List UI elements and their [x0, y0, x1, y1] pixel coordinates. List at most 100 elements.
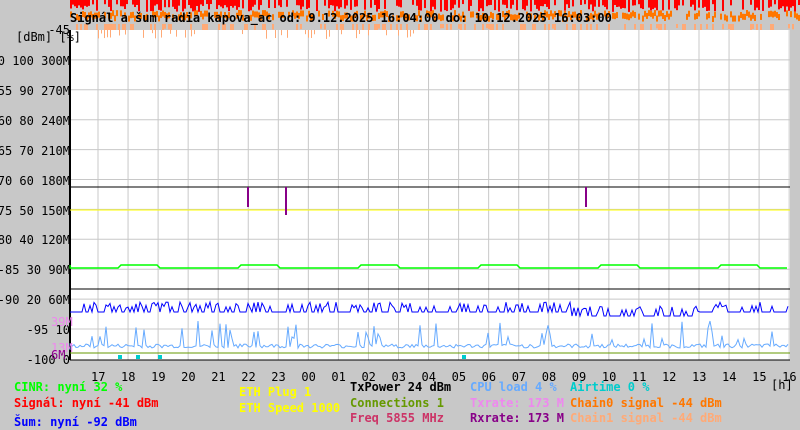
legend-txrate: Txrate: 173 M [470, 396, 564, 410]
signal-history-mark [116, 0, 118, 5]
signal-history-mark [108, 0, 110, 7]
signal-history-mark [216, 0, 218, 10]
signal-history-mark [512, 0, 514, 5]
signal-history-mark [86, 0, 88, 7]
signal-history-mark [786, 0, 788, 7]
signal-history-mark [698, 0, 700, 8]
y-tick-label: -80 40 120M [0, 233, 70, 248]
signal-history-mark [334, 0, 336, 12]
chain0-history-mark [772, 11, 774, 18]
signal-history-mark [340, 0, 342, 8]
signal-history-mark [568, 0, 570, 8]
signal-history-mark [260, 0, 262, 6]
chain0-history-mark [726, 15, 728, 22]
signal-history-mark [84, 0, 86, 6]
chain0-history-mark [654, 10, 656, 17]
chain1-history-mark [722, 24, 724, 30]
signal-history-mark [338, 0, 340, 9]
signal-history-mark [756, 0, 758, 8]
signal-history-mark [134, 0, 136, 8]
chain1-spike [107, 30, 108, 38]
chain0-history-mark [616, 12, 618, 19]
legend-chain0: Chain0 signal -44 dBm [570, 396, 722, 410]
chain1-spike [359, 30, 360, 35]
signal-history-mark [274, 0, 276, 9]
signal-history-mark [418, 0, 420, 11]
y-tick-label: -60 80 240M [0, 113, 70, 128]
chain0-history-mark [698, 10, 700, 17]
chain0-history-mark [694, 13, 696, 20]
signal-history-mark [208, 0, 210, 10]
legend-txpower: TxPower 24 dBm [350, 380, 452, 394]
chain1-history-mark [624, 24, 626, 30]
signal-history-mark [176, 0, 178, 12]
signal-history-mark [146, 0, 148, 12]
rxrate-drop [585, 187, 587, 207]
chain0-history-mark [730, 11, 732, 18]
signal-history-mark [470, 0, 472, 6]
chain1-spike [281, 30, 282, 36]
signal-history-mark [538, 0, 540, 11]
signal-history-mark [132, 0, 134, 5]
x-tick-label: 23 [271, 370, 286, 384]
signal-history-mark [530, 0, 532, 12]
chain0-history-mark [770, 10, 772, 17]
chain1-history-mark [728, 24, 730, 30]
signal-history-mark [604, 0, 606, 7]
signal-history-mark [222, 0, 224, 9]
chain1-spike [386, 30, 387, 36]
signal-history-mark [156, 0, 158, 5]
legend-rxrate: Rxrate: 173 M [470, 411, 564, 425]
chain1-spike [368, 30, 369, 36]
chain0-history-mark [660, 10, 662, 17]
signal-history-mark [650, 0, 652, 11]
signal-history-mark [158, 0, 160, 10]
signal-history-mark [376, 0, 378, 12]
signal-history-mark [278, 0, 280, 6]
y-tick-label: -70 60 180M [0, 173, 70, 188]
signal-history-mark [234, 0, 236, 6]
chain1-spike [242, 30, 243, 35]
signal-history-mark [440, 0, 442, 12]
signal-history-mark [378, 0, 380, 9]
signal-history-mark [308, 0, 310, 8]
signal-history-mark [774, 0, 776, 5]
chain0-history-mark [750, 14, 752, 21]
signal-history-mark [188, 0, 190, 5]
signal-history-mark [506, 0, 508, 9]
signal-history-mark [120, 0, 122, 7]
signal-history-mark [794, 0, 796, 12]
legend-signal: Signál: nyní -41 dBm [14, 396, 159, 410]
chain0-history-mark [630, 12, 632, 19]
signal-history-mark [424, 0, 426, 9]
legend-airtime: Airtime 0 % [570, 380, 650, 394]
signal-history-mark [316, 0, 318, 11]
chain1-history-mark [752, 24, 754, 29]
signal-history-mark [76, 0, 78, 8]
chain0-history-mark [624, 12, 626, 19]
signal-history-mark [706, 0, 708, 11]
chain0-history-mark [646, 12, 648, 19]
signal-history-mark [606, 0, 608, 10]
chain0-history-mark [644, 10, 646, 17]
signal-history-mark [80, 0, 82, 8]
signal-history-mark [524, 0, 526, 11]
signal-history-mark [478, 0, 480, 12]
signal-history-mark [722, 0, 724, 11]
signal-history-mark [346, 0, 348, 6]
chain1-spike [161, 30, 162, 38]
chain0-history-mark [650, 10, 652, 17]
signal-history-mark [82, 0, 84, 10]
chain0-history-mark [776, 12, 778, 19]
signal-history-mark [592, 0, 594, 12]
signal-history-mark [252, 0, 254, 7]
airtime-mark [136, 355, 140, 359]
chain1-spike [329, 30, 330, 37]
signal-history-mark [542, 0, 544, 7]
signal-history-mark [692, 0, 694, 5]
signal-history-mark [182, 0, 184, 12]
signal-history-mark [654, 0, 656, 8]
signal-history-mark [454, 0, 456, 5]
chain1-spike [314, 30, 315, 35]
legend-eth-speed: ETH Speed 1000 [239, 401, 341, 415]
